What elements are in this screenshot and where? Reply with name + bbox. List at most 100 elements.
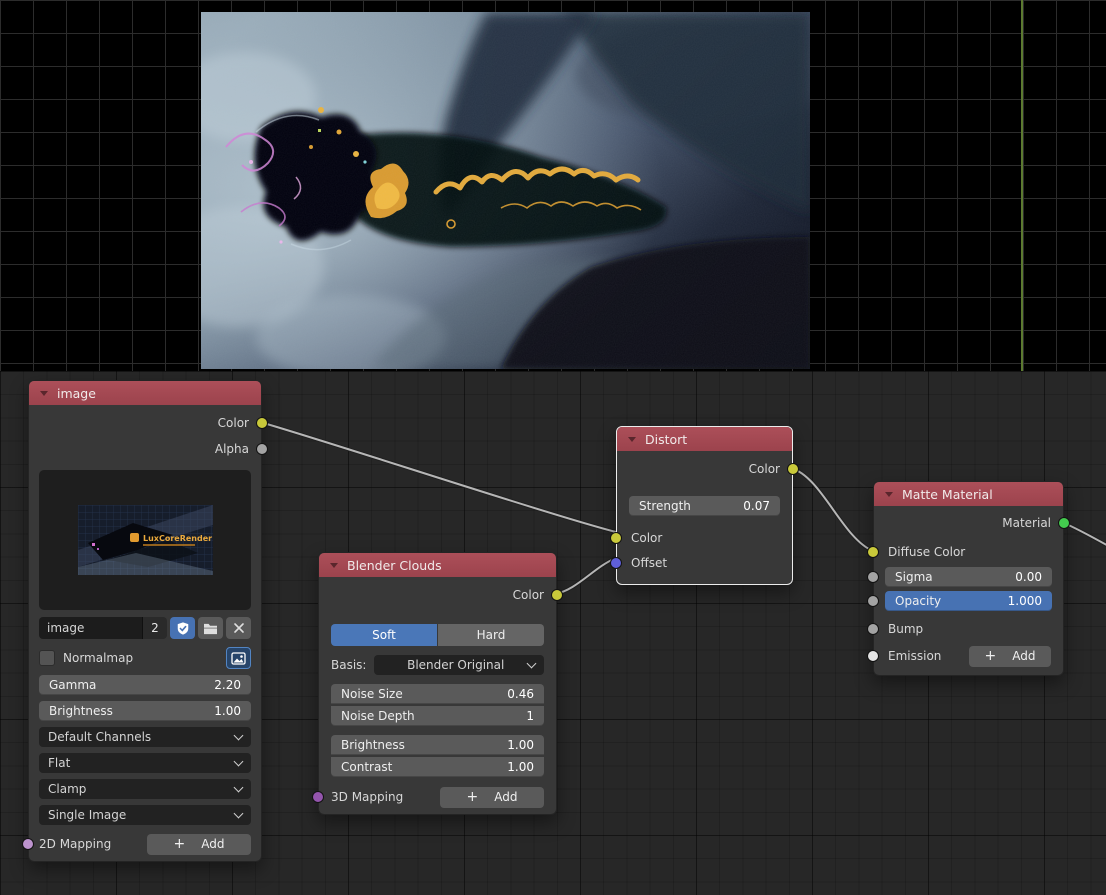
color-output-socket[interactable] [256,417,268,429]
dropdown-value: Flat [48,756,70,770]
diffuse-color-input-socket[interactable] [867,546,879,558]
output-material-row: Material [874,510,1063,536]
output-label: Color [749,462,780,476]
color-output-socket[interactable] [787,463,799,475]
output-label: Color [218,416,249,430]
2d-mapping-input-socket[interactable] [22,838,34,850]
opacity-slider[interactable]: Opacity 1.000 [885,591,1052,611]
output-color-row: Color [29,410,261,436]
collapse-triangle-icon[interactable] [628,437,636,442]
image-name-field[interactable]: image [39,617,142,639]
node-editor: image Color Alpha [0,0,1106,895]
slider-label: Brightness [341,738,405,752]
material-output-socket[interactable] [1058,517,1070,529]
brightness-slider[interactable]: Brightness 1.00 [331,735,544,755]
extension-dropdown-row: Clamp [29,779,261,799]
strength-slider-row: Strength 0.07 [617,496,792,516]
opacity-slider-row: Opacity 1.000 [874,591,1063,611]
chevron-down-icon [234,783,244,793]
gamma-slider[interactable]: Gamma 2.20 [39,675,251,695]
plus-icon: + [174,837,186,851]
shield-check-icon [176,621,190,636]
noise-size-slider[interactable]: Noise Size 0.46 [331,684,544,704]
strength-slider[interactable]: Strength 0.07 [629,496,780,516]
brightness-slider-row: Brightness 1.00 [29,701,261,721]
dropdown-value: Blender Original [407,658,504,672]
opacity-input-socket[interactable] [867,595,879,607]
image-name-value: image [47,621,84,635]
chevron-down-icon [234,757,244,767]
input-color-row: Color [617,525,792,550]
node-title: Blender Clouds [347,558,442,573]
emission-input-socket[interactable] [867,650,879,662]
noise-type-toggle: Soft Hard [331,624,544,646]
node-matte-material[interactable]: Matte Material Material Diffuse Color Si… [873,481,1064,676]
slider-label: Contrast [341,760,392,774]
add-2d-mapping-button[interactable]: + Add [147,834,251,855]
3d-mapping-row: 3D Mapping + Add [331,786,544,808]
image-thumbnail: LuxCoreRender [78,505,213,575]
slider-value: 1.000 [1008,594,1042,608]
image-preview-panel: LuxCoreRender [39,470,251,610]
chevron-down-icon [527,659,537,669]
collapse-triangle-icon[interactable] [330,563,338,568]
users-count[interactable]: 2 [142,617,167,639]
open-image-button[interactable] [198,617,223,639]
projection-dropdown-row: Flat [29,753,261,773]
basis-dropdown[interactable]: Blender Original [374,655,544,675]
tone-sliders-group: Brightness 1.00 Contrast 1.00 [331,735,544,777]
channels-dropdown-row: Default Channels [29,727,261,747]
preview-toggle-button[interactable] [226,647,251,669]
color-output-socket[interactable] [551,589,563,601]
output-color-row: Color [617,456,792,482]
slider-value: 0.46 [507,687,534,701]
basis-label: Basis: [331,658,366,672]
plus-icon: + [467,790,479,804]
node-matte-material-header[interactable]: Matte Material [874,482,1063,506]
unlink-button[interactable] [226,617,251,639]
offset-input-socket[interactable] [610,557,622,569]
brightness-slider[interactable]: Brightness 1.00 [39,701,251,721]
node-distort[interactable]: Distort Color Strength 0.07 Color Offset [616,426,793,585]
hard-button[interactable]: Hard [438,624,544,646]
node-image[interactable]: image Color Alpha [28,380,262,862]
fake-user-button[interactable] [170,617,195,639]
node-blender-clouds-header[interactable]: Blender Clouds [319,553,556,577]
contrast-slider[interactable]: Contrast 1.00 [331,757,544,777]
collapse-triangle-icon[interactable] [885,492,893,497]
slider-label: Brightness [49,704,113,718]
backdrop-area [0,0,1106,371]
grid-green-axis-line [1021,0,1023,371]
add-emission-button[interactable]: + Add [969,646,1051,667]
mapping-label: 3D Mapping [331,790,403,804]
channels-dropdown[interactable]: Default Channels [39,727,251,747]
basis-row: Basis: Blender Original [331,654,544,676]
node-blender-clouds[interactable]: Blender Clouds Color Soft Hard Basis: Bl… [318,552,557,815]
slider-label: Opacity [895,594,941,608]
extension-dropdown[interactable]: Clamp [39,779,251,799]
source-dropdown[interactable]: Single Image [39,805,251,825]
sigma-input-socket[interactable] [867,571,879,583]
bump-input-socket[interactable] [867,623,879,635]
soft-button[interactable]: Soft [331,624,437,646]
slider-label: Sigma [895,570,933,584]
slider-label: Noise Size [341,687,403,701]
add-label: Add [494,790,517,804]
output-label: Color [513,588,544,602]
color-input-socket[interactable] [610,532,622,544]
output-label: Material [1002,516,1051,530]
noise-depth-slider[interactable]: Noise Depth 1 [331,706,544,726]
slider-value: 0.00 [1015,570,1042,584]
input-emission-row: Emission + Add [874,645,1063,667]
normalmap-checkbox[interactable] [39,650,55,666]
add-3d-mapping-button[interactable]: + Add [440,787,544,808]
node-image-header[interactable]: image [29,381,261,405]
slider-label: Gamma [49,678,96,692]
3d-mapping-input-socket[interactable] [312,791,324,803]
sigma-slider[interactable]: Sigma 0.00 [885,567,1052,587]
node-distort-header[interactable]: Distort [617,427,792,451]
plus-icon: + [985,649,997,663]
collapse-triangle-icon[interactable] [40,391,48,396]
alpha-output-socket[interactable] [256,443,268,455]
projection-dropdown[interactable]: Flat [39,753,251,773]
